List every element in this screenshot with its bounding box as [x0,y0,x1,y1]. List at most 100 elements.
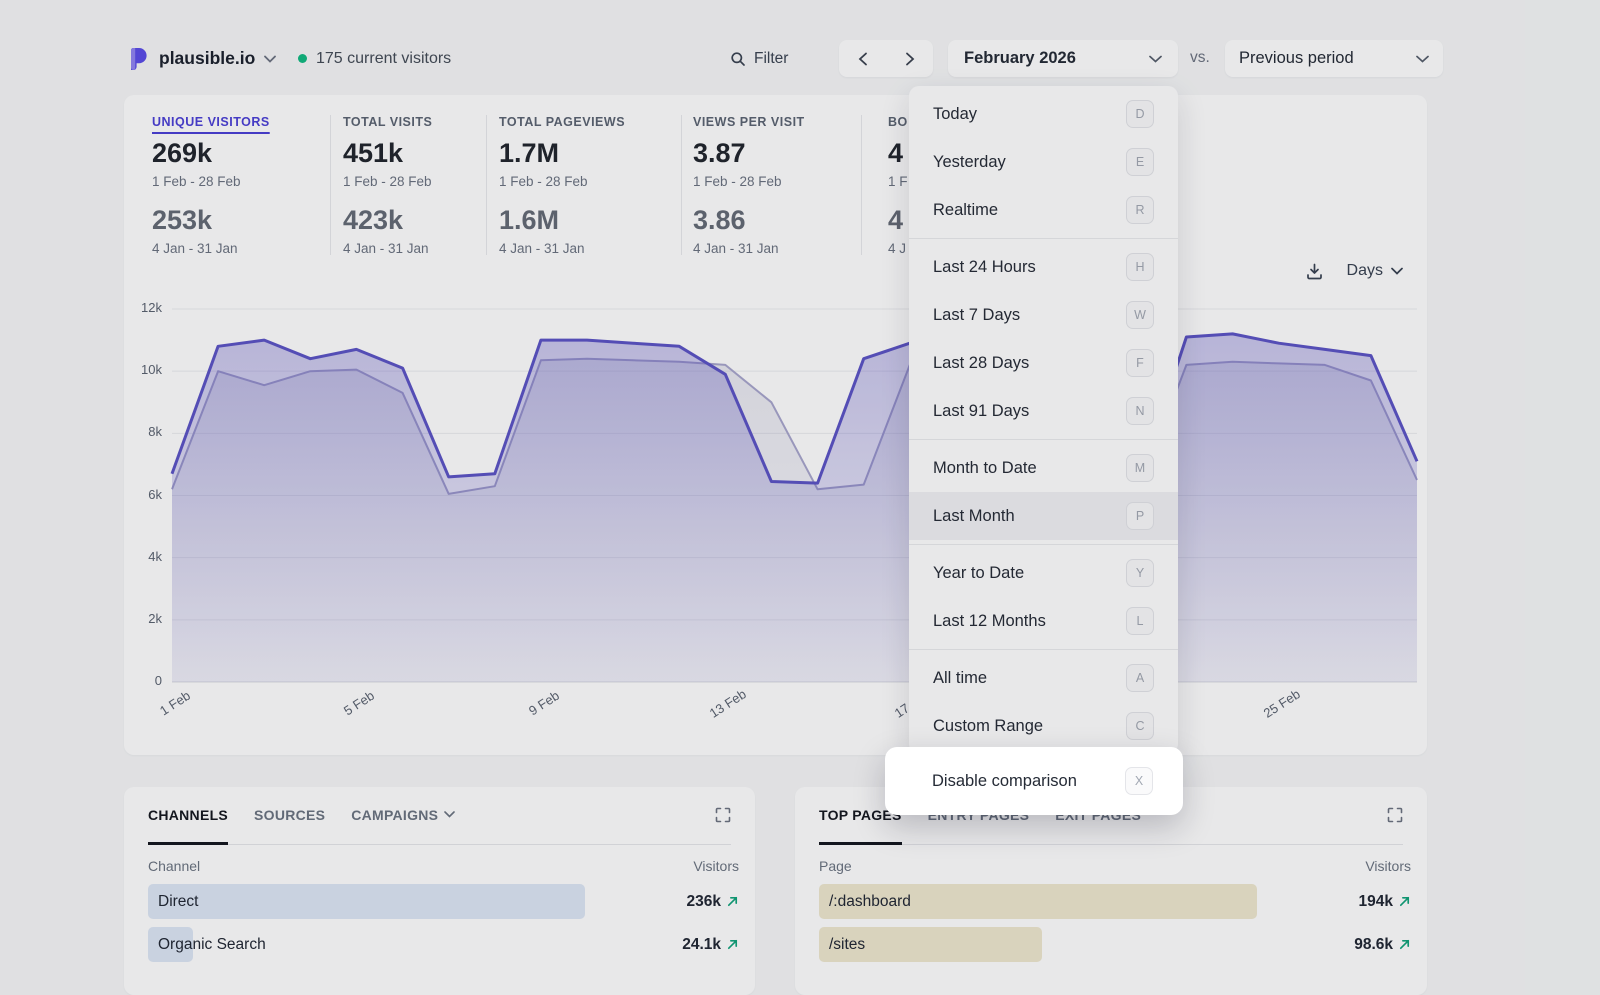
date-range-label: February 2026 [964,49,1076,68]
table-row[interactable]: /sites98.6k [819,927,1411,962]
col-header-value: Visitors [1365,858,1411,874]
tab-channels[interactable]: CHANNELS [148,787,228,845]
shortcut-badge: N [1126,397,1154,425]
menu-item-label: Yesterday [933,153,1006,172]
comparison-selector[interactable]: Previous period [1225,40,1443,77]
trend-up-icon [726,938,739,951]
menu-item-disable-comparison[interactable]: Disable comparison X [885,757,1183,805]
stat-unique-visitors[interactable]: UNIQUE VISITORS269k1 Feb - 28 Feb253k4 J… [152,115,270,256]
comparison-label: Previous period [1239,49,1354,68]
stat-views-per-visit[interactable]: VIEWS PER VISIT3.871 Feb - 28 Feb3.864 J… [693,115,805,256]
menu-item-last-12-months[interactable]: Last 12 MonthsL [909,597,1178,645]
row-name[interactable]: Direct [158,893,198,911]
stat-total-visits[interactable]: TOTAL VISITS451k1 Feb - 28 Feb423k4 Jan … [343,115,432,256]
col-header-value: Visitors [693,858,739,874]
tab-campaigns[interactable]: CAMPAIGNS [351,787,455,845]
current-visitors[interactable]: 175 current visitors [298,40,451,77]
plausible-logo [128,47,150,71]
row-value: 236k [687,893,739,911]
stat-prev-value: 3.86 [693,205,805,236]
date-range-selector[interactable]: February 2026 [948,40,1178,77]
table-row[interactable]: /:dashboard194k [819,884,1411,919]
prev-period-arrow[interactable] [840,40,886,77]
y-axis-tick: 4k [126,549,162,564]
filter-label: Filter [754,50,788,68]
tab-label: CAMPAIGNS [351,807,438,823]
row-name[interactable]: /sites [829,936,865,954]
tab-sources[interactable]: SOURCES [254,787,325,845]
metrics-card: UNIQUE VISITORS269k1 Feb - 28 Feb253k4 J… [124,95,1427,755]
stat-label: TOTAL VISITS [343,115,432,129]
menu-divider [909,238,1178,239]
stat-prev-period: 4 Jan - 31 Jan [152,241,270,256]
menu-item-last-7-days[interactable]: Last 7 DaysW [909,291,1178,339]
shortcut-badge: W [1126,301,1154,329]
row-value: 24.1k [682,936,739,954]
stat-total-pageviews[interactable]: TOTAL PAGEVIEWS1.7M1 Feb - 28 Feb1.6M4 J… [499,115,625,256]
x-axis-tick: 9 Feb [526,688,562,719]
stat-label: UNIQUE VISITORS [152,115,270,129]
menu-item-custom-range[interactable]: Custom RangeC [909,702,1178,750]
stat-period: 1 Feb - 28 Feb [152,174,270,189]
x-axis-tick: 13 Feb [707,686,749,721]
channels-rows: Direct 236k Organic Search 24.1k [148,884,739,962]
menu-item-realtime[interactable]: RealtimeR [909,186,1178,234]
chevron-down-icon [1391,267,1403,275]
site-name: plausible.io [159,48,255,69]
menu-item-last-month[interactable]: Last MonthP [909,492,1178,540]
y-axis-tick: 8k [126,424,162,439]
next-period-arrow[interactable] [887,40,933,77]
shortcut-badge: H [1126,253,1154,281]
site-switcher[interactable]: plausible.io [128,40,276,77]
y-axis-tick: 6k [126,487,162,502]
menu-item-label: Today [933,105,977,124]
menu-item-month-to-date[interactable]: Month to DateM [909,444,1178,492]
comparison-menu: Disable comparison X [885,747,1183,815]
stat-prev-period: 4 Jan - 31 Jan [693,241,805,256]
menu-item-yesterday[interactable]: YesterdayE [909,138,1178,186]
filter-button[interactable]: Filter [730,40,788,77]
chevron-down-icon [1416,55,1429,63]
menu-item-year-to-date[interactable]: Year to DateY [909,549,1178,597]
menu-item-last-24-hours[interactable]: Last 24 Hours H [909,243,1178,291]
pages-panel: TOP PAGESENTRY PAGESEXIT PAGES Page Visi… [795,787,1427,995]
chevron-down-icon [1149,55,1162,63]
menu-item-all-time[interactable]: All timeA [909,654,1178,702]
stat-value: 3.87 [693,138,805,169]
menu-item-label: Last 24 Hours [933,258,1036,277]
x-axis-tick: 5 Feb [341,688,377,719]
menu-item-label: Last 12 Months [933,612,1046,631]
stat-label: VIEWS PER VISIT [693,115,805,129]
menu-item-label: Year to Date [933,564,1024,583]
interval-selector[interactable]: Days [1347,262,1403,280]
date-range-menu: TodayDYesterdayERealtimeRLast 24 HoursHL… [909,86,1178,754]
col-header-name: Page [819,858,852,874]
menu-item-last-91-days[interactable]: Last 91 Days N [909,387,1178,435]
chart-toolbar: Days [1306,262,1403,280]
shortcut-badge: A [1126,664,1154,692]
y-axis-tick: 10k [126,362,162,377]
stat-label: TOTAL PAGEVIEWS [499,115,625,129]
stat-period: 1 Feb - 28 Feb [343,174,432,189]
chevron-down-icon [264,55,276,63]
row-name[interactable]: /:dashboard [829,893,911,911]
stat-prev-period: 4 J [888,241,908,256]
interval-label: Days [1347,262,1383,280]
table-row[interactable]: Organic Search 24.1k [148,927,739,962]
stat-bo[interactable]: BO41 F44 J [888,115,908,256]
expand-icon[interactable] [1387,807,1403,823]
menu-item-last-28-days[interactable]: Last 28 DaysF [909,339,1178,387]
shortcut-badge: F [1126,349,1154,377]
table-row[interactable]: Direct 236k [148,884,739,919]
menu-item-label: Last 91 Days [933,402,1029,421]
stat-prev-value: 253k [152,205,270,236]
expand-icon[interactable] [715,807,731,823]
current-visitors-label: 175 current visitors [316,50,451,68]
stat-value: 4 [888,138,908,169]
download-icon[interactable] [1306,263,1323,280]
row-name[interactable]: Organic Search [158,936,266,954]
channels-panel: CHANNELSSOURCESCAMPAIGNS Channel Visitor… [124,787,755,995]
trend-up-icon [726,895,739,908]
menu-item-today[interactable]: TodayD [909,90,1178,138]
y-axis-tick: 12k [126,300,162,315]
